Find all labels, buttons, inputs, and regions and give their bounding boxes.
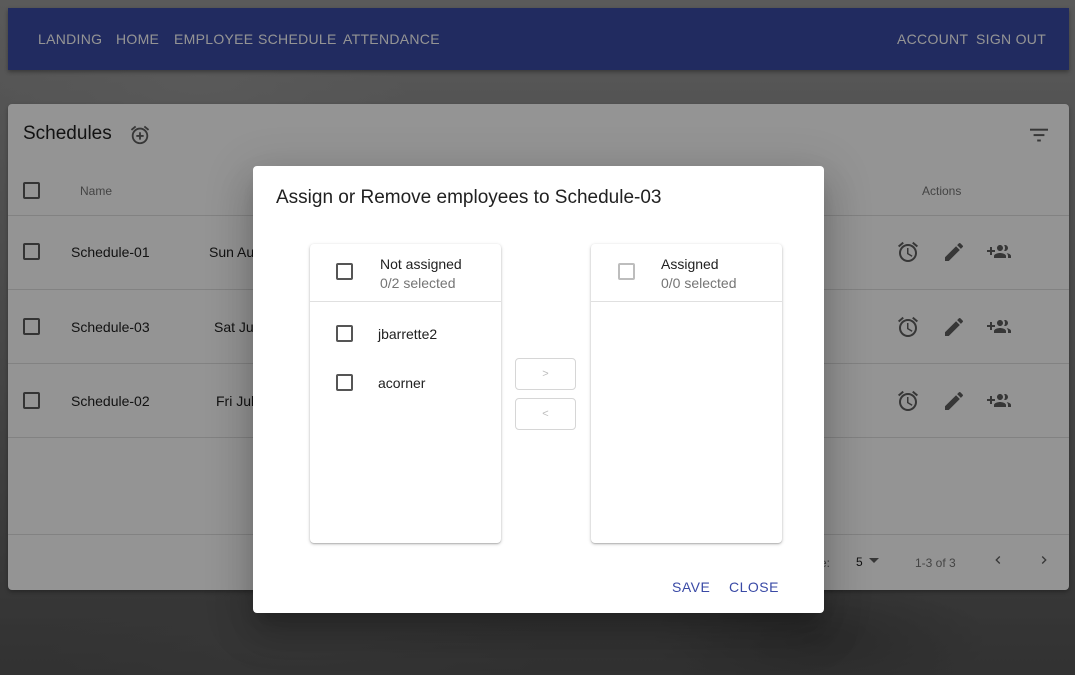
dialog-title: Assign or Remove employees to Schedule-0… xyxy=(276,187,662,208)
employee-name: jbarrette2 xyxy=(378,326,438,342)
assigned-title: Assigned xyxy=(661,256,719,272)
save-button[interactable]: SAVE xyxy=(672,579,710,595)
divider xyxy=(591,301,782,302)
employee-checkbox[interactable] xyxy=(336,374,353,391)
close-button[interactable]: CLOSE xyxy=(729,579,779,595)
assigned-selected-count: 0/0 selected xyxy=(661,275,737,291)
not-assigned-selected-count: 0/2 selected xyxy=(380,275,456,291)
not-assigned-title: Not assigned xyxy=(380,256,462,272)
move-to-assigned-button[interactable]: > xyxy=(515,358,576,390)
employee-checkbox[interactable] xyxy=(336,325,353,342)
employee-name: acorner xyxy=(378,375,426,391)
divider xyxy=(310,301,501,302)
move-to-not-assigned-button[interactable]: < xyxy=(515,398,576,430)
not-assigned-list: Not assigned 0/2 selected jbarrette2 aco… xyxy=(310,244,501,543)
assign-employees-dialog: Assign or Remove employees to Schedule-0… xyxy=(253,166,824,613)
not-assigned-select-all-checkbox[interactable] xyxy=(336,263,353,280)
assigned-select-all-checkbox[interactable] xyxy=(618,263,635,280)
assigned-list: Assigned 0/0 selected xyxy=(591,244,782,543)
